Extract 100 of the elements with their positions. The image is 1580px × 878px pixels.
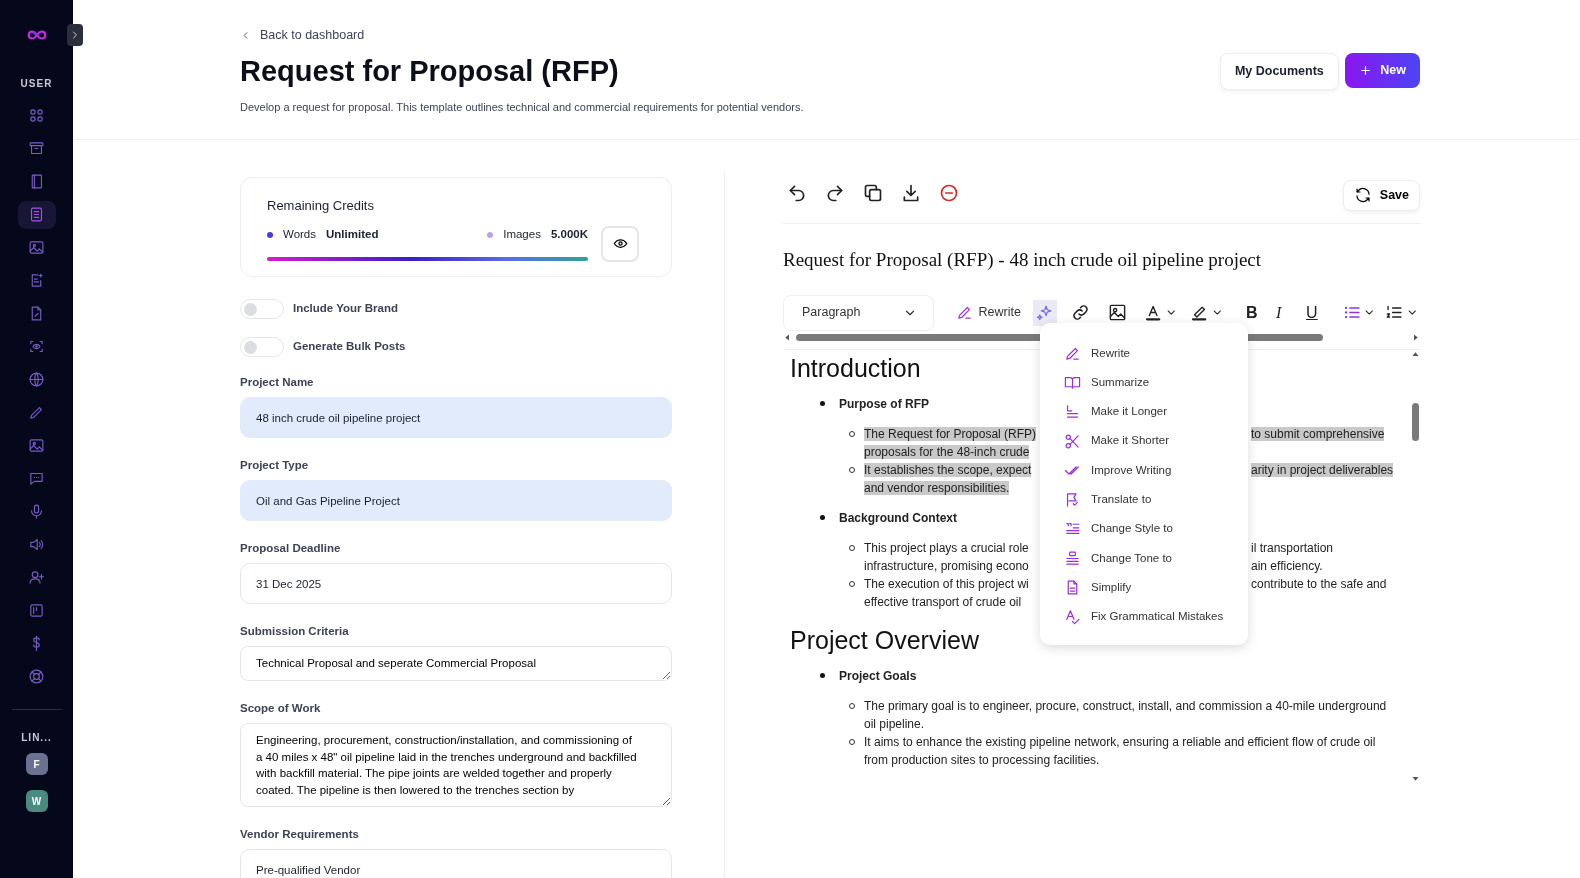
field-label: Submission Criteria xyxy=(240,624,350,638)
italic-button[interactable]: I xyxy=(1274,299,1299,326)
save-button[interactable]: Save xyxy=(1342,180,1420,211)
back-link[interactable]: Back to dashboard xyxy=(240,26,365,45)
spellcheck-icon xyxy=(1064,608,1081,626)
menu-item[interactable]: Translate to xyxy=(1040,485,1248,515)
field-label: Proposal Deadline xyxy=(240,541,342,555)
bullet-heading: Purpose of RFP xyxy=(839,395,929,413)
paragraph-text: il transportation xyxy=(1251,540,1334,555)
paragraph-text: The Request for Proposal (RFP) xyxy=(864,426,1037,441)
eye-icon xyxy=(612,236,628,251)
page-title: Request for Proposal (RFP) xyxy=(240,54,620,90)
bullet-heading: Background Context xyxy=(839,509,957,527)
globe-icon xyxy=(28,371,45,388)
paragraph-text: contribute to the safe and xyxy=(1251,576,1387,591)
flag-icon xyxy=(1064,491,1081,509)
page-description: Develop a request for proposal. This template outlines technical and commercial requirements for potential vendors. xyxy=(240,100,804,116)
text-area[interactable]: Technical Proposal and seperate Commercial Proposal xyxy=(240,646,672,681)
document-icon xyxy=(28,206,45,223)
menu-item[interactable]: Simplify xyxy=(1040,572,1248,603)
collapse-button[interactable] xyxy=(67,24,83,46)
field-label: Vendor Requirements xyxy=(240,827,360,841)
underline-button[interactable]: U xyxy=(1304,299,1329,326)
menu-item[interactable]: Make it Shorter xyxy=(1040,426,1248,456)
field-label: Scope of Work xyxy=(240,701,322,715)
lines-stack-icon xyxy=(1064,549,1081,567)
menu-item[interactable]: Improve Writing xyxy=(1040,455,1248,485)
bullet-heading: Project Goals xyxy=(839,667,917,685)
sidebar-section-label: USER xyxy=(20,77,53,91)
paragraph-text: arity in project deliverables xyxy=(1251,462,1394,477)
sidebar-section-label: LIN... xyxy=(21,731,52,745)
field-label: Project Type xyxy=(240,458,310,472)
speaker-icon xyxy=(28,536,45,553)
menu-item[interactable]: Make it Longer xyxy=(1040,397,1248,427)
legend-label: Words xyxy=(283,226,317,242)
image-icon xyxy=(1107,303,1127,322)
new-button[interactable]: New xyxy=(1345,53,1420,88)
link-icon xyxy=(1071,303,1091,322)
scroll-up-icon xyxy=(1410,349,1420,359)
archive-icon xyxy=(28,140,45,157)
paragraph-text: effective transport of crude oil xyxy=(864,594,1022,609)
bold-button[interactable]: B xyxy=(1244,299,1269,326)
view-button[interactable] xyxy=(601,225,639,262)
bullet-dot xyxy=(820,401,825,406)
input-field[interactable]: Oil and Gas Pipeline Project xyxy=(240,480,672,521)
paragraph-text: It aims to enhance the existing pipeline network, ensuring a reliable and efficient flow of crude oil from production sites to processing facilities. xyxy=(864,733,1377,769)
image-icon xyxy=(28,239,45,256)
my-documents-button[interactable]: My Documents xyxy=(1219,53,1339,90)
paragraph-text: infrastructure, promising econo xyxy=(864,558,1029,573)
board-icon xyxy=(28,602,45,619)
workspace-avatar[interactable]: W xyxy=(25,790,48,812)
rewrite-button[interactable]: Rewrite xyxy=(949,303,1027,322)
plus-icon xyxy=(1359,63,1373,77)
scrollbar-thumb[interactable] xyxy=(1411,402,1419,441)
input-field[interactable]: 31 Dec 2025 xyxy=(240,563,672,604)
bullet-dot xyxy=(820,515,825,520)
download-icon xyxy=(901,183,921,203)
input-field[interactable]: Pre-qualified Vendor xyxy=(240,849,672,878)
menu-item[interactable]: Fix Grammatical Mistakes xyxy=(1040,602,1248,632)
paragraph-text: The primary goal is to engineer, procure, construct, install, and commission a 40-mile underground oil pipeline. xyxy=(864,697,1388,733)
sidebar-item[interactable] xyxy=(17,200,56,229)
scroll-right-icon xyxy=(1411,333,1420,342)
undo-icon xyxy=(787,183,807,203)
ai-assist-button[interactable] xyxy=(1032,299,1057,326)
paragraph-text: ain efficiency. xyxy=(1251,558,1323,573)
bullet-dot xyxy=(820,673,825,678)
menu-item[interactable]: Summarize xyxy=(1040,367,1248,398)
toggle-label: Include Your Brand xyxy=(293,301,398,317)
pen-icon xyxy=(28,404,45,421)
scan-eye-icon xyxy=(28,338,45,355)
refresh-icon xyxy=(1353,186,1372,205)
menu-item[interactable]: Change Style to xyxy=(1040,514,1248,544)
section-heading: Introduction xyxy=(790,352,921,383)
minus-circle-icon xyxy=(939,183,959,203)
toggle-switch[interactable] xyxy=(240,337,284,357)
paragraph-text: It establishes the scope, expect xyxy=(864,462,1032,477)
menu-item[interactable]: Rewrite xyxy=(1040,338,1248,368)
copy-icon xyxy=(863,183,883,203)
user-plus-icon xyxy=(28,569,45,586)
section-heading: Project Overview xyxy=(790,624,979,655)
text-color-icon xyxy=(1144,303,1163,322)
paragraph-text: The execution of this project wi xyxy=(864,576,1029,591)
input-field[interactable]: 48 inch crude oil pipeline project xyxy=(240,397,672,438)
pencil-icon xyxy=(955,304,973,321)
text-area[interactable]: Engineering, procurement, construction/installation, and commissioning of a 40 miles x 48" oil pipeline laid in the trenches underground and backfilled with backfill material. The pipe joints are welded together and properly coated. The pipeline is then lowered to the trenches section by xyxy=(240,723,672,807)
microphone-icon xyxy=(28,503,45,520)
workspace-avatar[interactable]: F xyxy=(25,753,48,775)
toggle-switch[interactable] xyxy=(240,299,284,319)
apps-icon xyxy=(28,107,45,124)
document-title: Request for Proposal (RFP) - 48 inch crude oil pipeline project xyxy=(783,248,1263,272)
menu-item[interactable]: Change Tone to xyxy=(1040,543,1248,573)
legend-value: 5.000K xyxy=(550,226,588,242)
redo-icon xyxy=(825,183,845,203)
scroll-left-icon xyxy=(783,333,792,342)
paragraph-text: and vendor responsibilities. xyxy=(864,480,1010,495)
block-format-select[interactable]: Paragraph xyxy=(783,294,934,331)
lifebuoy-icon xyxy=(28,668,45,685)
lines-icon xyxy=(1064,403,1081,421)
paragraph-text: This project plays a crucial role xyxy=(864,540,1029,555)
sparkle-icon xyxy=(1034,303,1054,322)
